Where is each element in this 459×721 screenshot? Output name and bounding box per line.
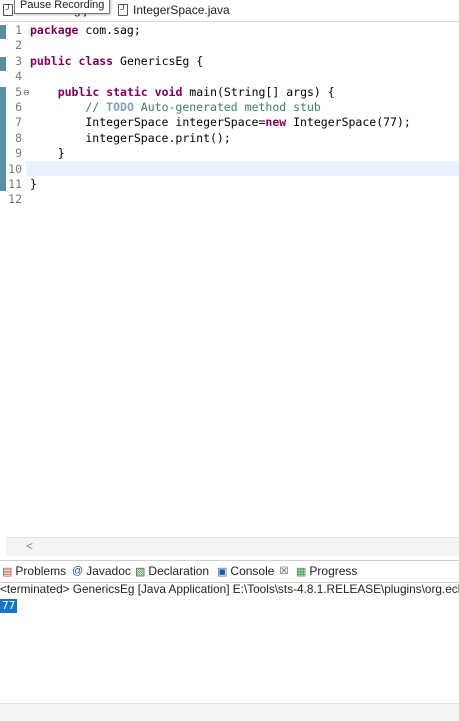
code-token: com.sag; — [78, 23, 141, 37]
code-token: public — [30, 54, 72, 68]
java-file-icon — [118, 3, 128, 16]
code-token: } — [30, 177, 37, 191]
tab-problems-label: Problems — [15, 564, 67, 578]
java-file-icon — [3, 3, 13, 16]
scroll-left-arrow-icon[interactable]: < — [26, 539, 33, 553]
code-token: public — [57, 85, 100, 99]
code-line: public static void main(String[] args) { — [30, 85, 335, 100]
line-number: 3 — [15, 54, 22, 68]
code-token: static — [106, 85, 148, 99]
line-number: 7 — [15, 115, 22, 129]
line-number: 4 — [15, 69, 22, 83]
editor-tab-integerspace[interactable]: IntegerSpace.java — [118, 0, 230, 20]
line-number: 1 — [15, 23, 22, 37]
code-token: new — [265, 115, 287, 129]
console-process-header: <terminated> GenericsEg [Java Applicatio… — [0, 582, 459, 596]
problems-icon: ▤ — [2, 565, 13, 578]
code-line: package com.sag; — [30, 23, 141, 38]
code-token: void — [154, 85, 183, 99]
editor-tab-label: IntegerSpace.java — [133, 3, 230, 17]
tab-console[interactable]: ▣ Console ☒ — [217, 561, 289, 581]
close-icon[interactable]: ☒ — [279, 566, 288, 577]
tab-declaration[interactable]: ▧ Declaration — [135, 561, 209, 581]
line-number: 6 — [15, 100, 22, 114]
tab-problems[interactable]: ▤ Problems — [2, 561, 66, 581]
progress-icon: ▦ — [296, 565, 307, 578]
code-line: public class GenericsEg { — [30, 54, 203, 69]
tab-javadoc-label: Javadoc — [86, 564, 131, 578]
tab-declaration-label: Declaration — [148, 564, 210, 578]
code-line: integerSpace.print(); — [30, 131, 231, 146]
line-number: 10 — [8, 162, 22, 176]
code-line: // TODO Auto-generated method stub — [30, 100, 321, 115]
code-line: IntegerSpace integerSpace=new IntegerSpa… — [30, 115, 411, 130]
code-token: main(String[] args) { — [182, 85, 335, 99]
fold-collapse-icon[interactable]: ⊖ — [23, 85, 30, 100]
declaration-icon: ▧ — [135, 565, 146, 578]
code-token: TODO — [106, 100, 134, 114]
code-token: } — [30, 146, 65, 160]
code-token: IntegerSpace integerSpace= — [30, 115, 266, 129]
console-icon: ▣ — [217, 565, 228, 578]
code-line: } — [30, 146, 65, 161]
tab-console-label: Console — [230, 564, 275, 578]
code-token: GenericsEg { — [113, 54, 204, 68]
line-number: 2 — [15, 38, 22, 52]
code-token: Auto-generated method stub — [133, 100, 321, 114]
current-line-highlight — [26, 161, 459, 176]
pause-recording-tooltip: Pause Recording — [14, 0, 111, 14]
javadoc-icon: @ — [72, 565, 84, 577]
tab-javadoc[interactable]: @ Javadoc — [72, 561, 131, 581]
console-horizontal-scrollbar[interactable] — [0, 703, 459, 721]
line-number: 12 — [8, 192, 22, 206]
code-token: integerSpace.print(); — [30, 131, 231, 145]
line-number: 5 — [15, 85, 22, 99]
editor-horizontal-scrollbar[interactable] — [6, 537, 459, 556]
line-number: 8 — [15, 131, 22, 145]
line-number: 9 — [15, 146, 22, 160]
code-line: } — [30, 177, 37, 192]
tab-progress-label: Progress — [309, 564, 358, 578]
console-output-text[interactable]: 77 — [0, 599, 18, 613]
code-token: class — [78, 54, 114, 68]
code-token: // — [30, 100, 107, 114]
code-token: package — [30, 23, 79, 37]
code-token: IntegerSpace(77); — [286, 115, 411, 129]
line-number: 11 — [8, 177, 22, 191]
tab-progress[interactable]: ▦ Progress — [296, 561, 357, 581]
